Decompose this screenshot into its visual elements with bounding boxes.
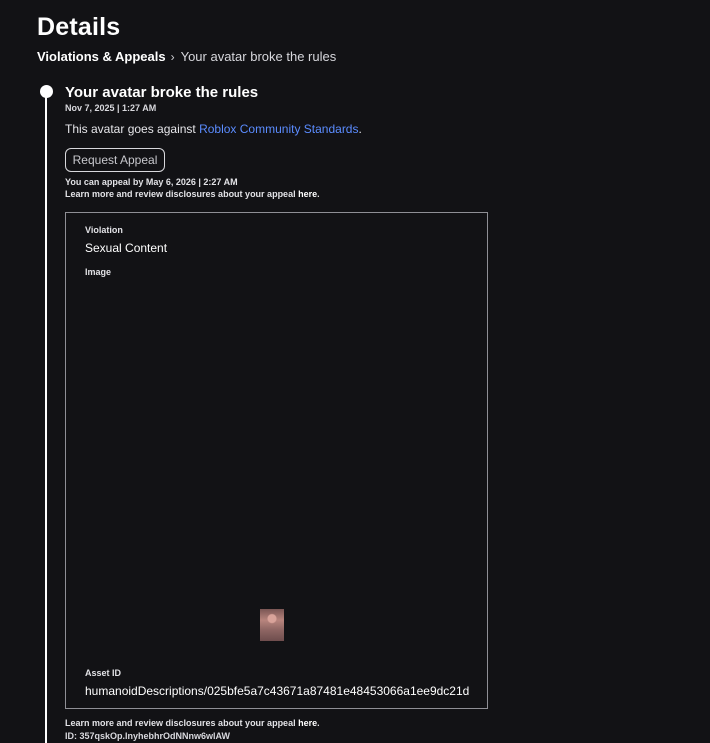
breadcrumb: Violations & Appeals › Your avatar broke…	[37, 49, 336, 64]
timeline-line	[45, 97, 47, 743]
breadcrumb-current: Your avatar broke the rules	[180, 49, 337, 64]
page-title: Details	[37, 13, 121, 41]
community-standards-link[interactable]: Roblox Community Standards	[199, 122, 358, 136]
violation-label: Violation	[85, 225, 123, 235]
appeal-id: ID: 357qskOp.lnyhebhrOdNNnw6wlAW	[65, 731, 231, 741]
learn-more-text: Learn more and review disclosures about …	[65, 189, 320, 199]
learn-more-label: Learn more and review disclosures about …	[65, 189, 299, 199]
learn-more-suffix: .	[317, 189, 320, 199]
entry-description: This avatar goes against Roblox Communit…	[65, 122, 362, 136]
appeal-deadline: You can appeal by May 6, 2026 | 2:27 AM	[65, 177, 238, 187]
details-page: Details Violations & Appeals › Your avat…	[0, 0, 710, 743]
footer-learn-more-suffix: .	[317, 718, 320, 728]
chevron-right-icon: ›	[170, 49, 175, 64]
breadcrumb-violations-appeals-link[interactable]: Violations & Appeals	[37, 49, 166, 64]
asset-id-label: Asset ID	[85, 668, 122, 678]
description-text: This avatar goes against	[65, 122, 200, 136]
violation-card: Violation Sexual Content Image Asset ID …	[65, 212, 488, 709]
avatar-image	[260, 609, 284, 641]
entry-date: Nov 7, 2025 | 1:27 AM	[65, 103, 157, 113]
footer-learn-more-label: Learn more and review disclosures about …	[65, 718, 299, 728]
entry-title: Your avatar broke the rules	[65, 84, 259, 101]
description-suffix: .	[358, 122, 362, 136]
footer-learn-more-here-link[interactable]: here	[298, 718, 317, 728]
learn-more-here-link[interactable]: here	[298, 189, 317, 199]
asset-id-value: humanoidDescriptions/025bfe5a7c43671a874…	[85, 684, 470, 698]
request-appeal-button[interactable]: Request Appeal	[65, 148, 165, 172]
violation-value: Sexual Content	[85, 241, 168, 255]
image-label: Image	[85, 267, 112, 277]
footer-learn-more-text: Learn more and review disclosures about …	[65, 718, 320, 728]
